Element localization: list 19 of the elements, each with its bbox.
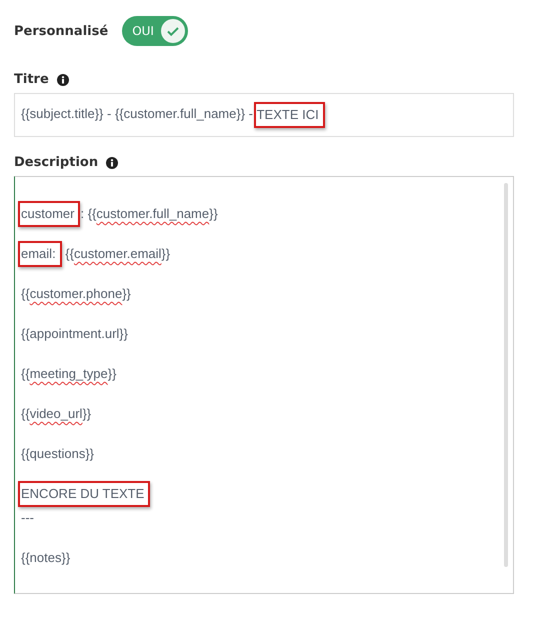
- description-line: email: {{customer.email}}: [21, 241, 507, 270]
- scrollbar[interactable]: [504, 183, 508, 567]
- description-line: {{notes}}: [21, 549, 72, 567]
- info-icon[interactable]: [56, 74, 69, 86]
- field-label: Description: [14, 155, 98, 170]
- description-line: {{customer.phone}}: [21, 285, 132, 303]
- title-field[interactable]: {{subject.title}} - {{customer.full_name}} - TEXTE ICI: [14, 93, 514, 137]
- description-line: {{meeting_type}}: [21, 365, 118, 383]
- field-label: Personnalisé: [14, 24, 108, 38]
- description-line: ---: [21, 509, 35, 527]
- description-line: {{questions}}: [21, 445, 96, 463]
- description-field[interactable]: customer : {{customer.full_name}} email: {{customer.email}} {{customer.phone}} {{appointment.url}} {{meeting_type}} {{video_url}} {{questions}} ENCORE DU TEXTE --- {{notes}}: [14, 176, 514, 594]
- field-label: Titre: [14, 72, 49, 87]
- info-icon[interactable]: [106, 156, 118, 168]
- description-line: customer : {{customer.full_name}}: [21, 201, 507, 230]
- description-line: {{appointment.url}}: [21, 325, 129, 343]
- check-icon: [161, 19, 186, 43]
- description-line: {{video_url}}: [21, 405, 92, 423]
- description-line: ENCORE DU TEXTE: [21, 481, 507, 507]
